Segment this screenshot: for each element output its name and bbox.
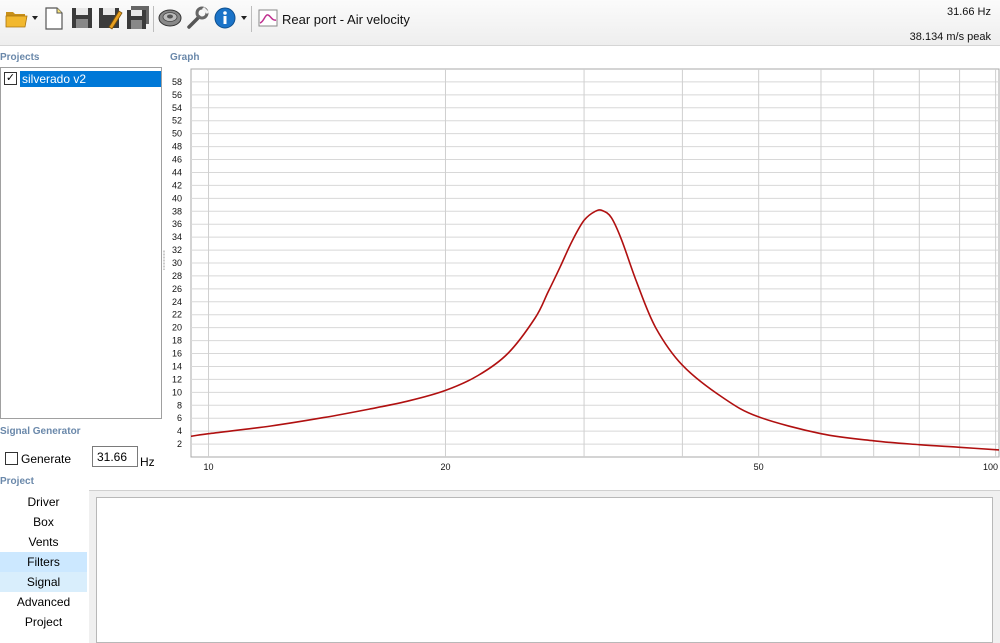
value-readout: 38.134 m/s peak	[909, 31, 991, 43]
y-tick-label: 38	[172, 206, 182, 216]
save-all-icon[interactable]	[125, 5, 149, 31]
new-document-icon[interactable]	[42, 5, 66, 31]
y-tick-label: 12	[172, 374, 182, 384]
graph-section-label: Graph	[170, 52, 200, 63]
y-tick-label: 30	[172, 258, 182, 268]
y-tick-label: 34	[172, 232, 182, 242]
save-as-icon[interactable]	[97, 5, 123, 31]
chevron-down-icon[interactable]	[32, 16, 38, 20]
y-tick-label: 50	[172, 129, 182, 139]
y-tick-label: 2	[177, 439, 182, 449]
info-icon[interactable]	[213, 5, 237, 31]
y-tick-label: 20	[172, 323, 182, 333]
y-tick-label: 42	[172, 180, 182, 190]
nav-item-filters[interactable]: Filters	[0, 552, 87, 572]
project-item[interactable]: ✓ silverado v2	[4, 71, 161, 87]
wrench-icon[interactable]	[185, 5, 210, 31]
save-icon[interactable]	[70, 5, 94, 31]
nav-item-vents[interactable]: Vents	[0, 532, 87, 552]
y-tick-label: 54	[172, 103, 182, 113]
chart-icon[interactable]	[257, 5, 279, 31]
y-tick-label: 16	[172, 349, 182, 359]
open-folder-icon[interactable]	[4, 5, 28, 31]
project-section-label: Project	[0, 476, 34, 487]
frequency-unit: Hz	[140, 455, 155, 469]
x-tick-label: 50	[754, 462, 764, 472]
y-tick-label: 52	[172, 116, 182, 126]
y-tick-label: 10	[172, 387, 182, 397]
nav-item-project[interactable]: Project	[0, 612, 87, 632]
signal-generator-section-label: Signal Generator	[0, 426, 81, 437]
x-tick-label: 100	[983, 462, 998, 472]
generate-checkbox[interactable]	[5, 452, 18, 465]
chart-title[interactable]: Rear port - Air velocity	[282, 12, 410, 27]
y-tick-label: 28	[172, 271, 182, 281]
toolbar: Rear port - Air velocity 31.66 Hz 38.134…	[0, 0, 1000, 46]
nav-item-signal[interactable]: Signal	[0, 572, 87, 592]
y-tick-label: 40	[172, 193, 182, 203]
toolbar-separator	[251, 6, 252, 32]
content-panel	[96, 497, 993, 643]
x-tick-label: 10	[204, 462, 214, 472]
y-tick-label: 6	[177, 413, 182, 423]
y-tick-label: 14	[172, 361, 182, 371]
projects-section-label: Projects	[0, 52, 40, 63]
frequency-readout: 31.66 Hz	[946, 6, 991, 18]
y-tick-label: 8	[177, 400, 182, 410]
nav-item-advanced[interactable]: Advanced	[0, 592, 87, 612]
frequency-input[interactable]	[92, 446, 138, 467]
y-tick-label: 58	[172, 77, 182, 87]
y-tick-label: 22	[172, 310, 182, 320]
y-tick-label: 4	[177, 426, 182, 436]
x-tick-label: 20	[440, 462, 450, 472]
generate-label[interactable]: Generate	[21, 452, 71, 466]
chevron-down-icon[interactable]	[241, 16, 247, 20]
y-tick-label: 18	[172, 336, 182, 346]
toolbar-separator	[153, 6, 154, 32]
y-tick-label: 46	[172, 155, 182, 165]
graph-plot[interactable]: 2468101214161820222426283032343638404244…	[165, 63, 1000, 475]
y-tick-label: 48	[172, 142, 182, 152]
y-tick-label: 44	[172, 167, 182, 177]
y-tick-label: 56	[172, 90, 182, 100]
projects-list[interactable]: ✓ silverado v2	[0, 67, 162, 419]
y-tick-label: 32	[172, 245, 182, 255]
speaker-icon[interactable]	[157, 5, 182, 31]
y-tick-label: 36	[172, 219, 182, 229]
project-item-label[interactable]: silverado v2	[20, 71, 161, 87]
y-tick-label: 26	[172, 284, 182, 294]
nav-item-box[interactable]: Box	[0, 512, 87, 532]
project-checkbox[interactable]: ✓	[4, 72, 17, 85]
y-tick-label: 24	[172, 297, 182, 307]
nav-item-driver[interactable]: Driver	[0, 492, 87, 512]
